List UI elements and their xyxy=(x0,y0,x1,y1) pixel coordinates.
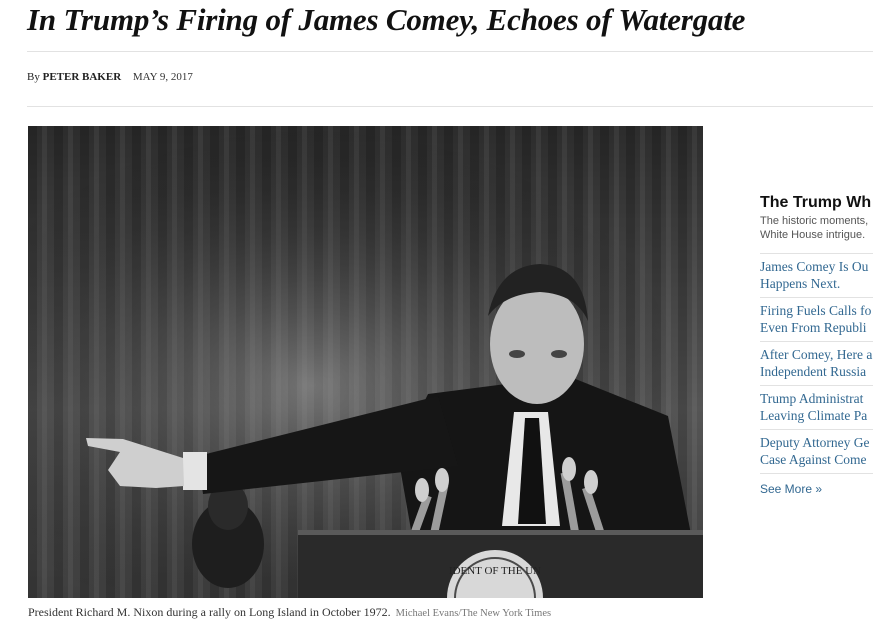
sidebar-headline-link[interactable]: Deputy Attorney Ge Case Against Come xyxy=(760,429,873,474)
photo-credit: Michael Evans/The New York Times xyxy=(395,608,552,619)
byline-prefix: By xyxy=(27,71,40,83)
byline: By PETER BAKER MAY 9, 2017 xyxy=(27,71,193,83)
byline-divider xyxy=(27,106,873,107)
caption-text: President Richard M. Nixon during a rall… xyxy=(28,605,391,619)
lead-photo[interactable]: IDENT OF THE UN xyxy=(28,126,703,598)
sidebar-headline-link[interactable]: Firing Fuels Calls fo Even From Republi xyxy=(760,297,873,341)
sidebar-headline-link[interactable]: After Comey, Here a Independent Russia xyxy=(760,341,873,385)
sidebar-headline-link[interactable]: Trump Administrat Leaving Climate Pa xyxy=(760,385,873,429)
nixon-photo-illustration: IDENT OF THE UN xyxy=(28,126,703,598)
sidebar-headline-list: James Comey Is Ou Happens Next. Firing F… xyxy=(760,253,873,474)
seal-text: IDENT OF THE UN xyxy=(449,565,541,577)
header-divider xyxy=(27,51,873,52)
see-more-link[interactable]: See More » xyxy=(760,482,873,496)
article-headline: In Trump’s Firing of James Comey, Echoes… xyxy=(27,2,746,37)
trump-white-house-sidebar: The Trump Wh The historic moments, White… xyxy=(760,194,873,496)
sidebar-description: The historic moments, White House intrig… xyxy=(760,215,869,241)
sidebar-title[interactable]: The Trump Wh xyxy=(760,194,873,212)
author-link[interactable]: PETER BAKER xyxy=(43,71,122,83)
publish-date: MAY 9, 2017 xyxy=(132,71,193,83)
photo-caption: President Richard M. Nixon during a rall… xyxy=(28,605,551,620)
sidebar-headline-link[interactable]: James Comey Is Ou Happens Next. xyxy=(760,253,873,297)
